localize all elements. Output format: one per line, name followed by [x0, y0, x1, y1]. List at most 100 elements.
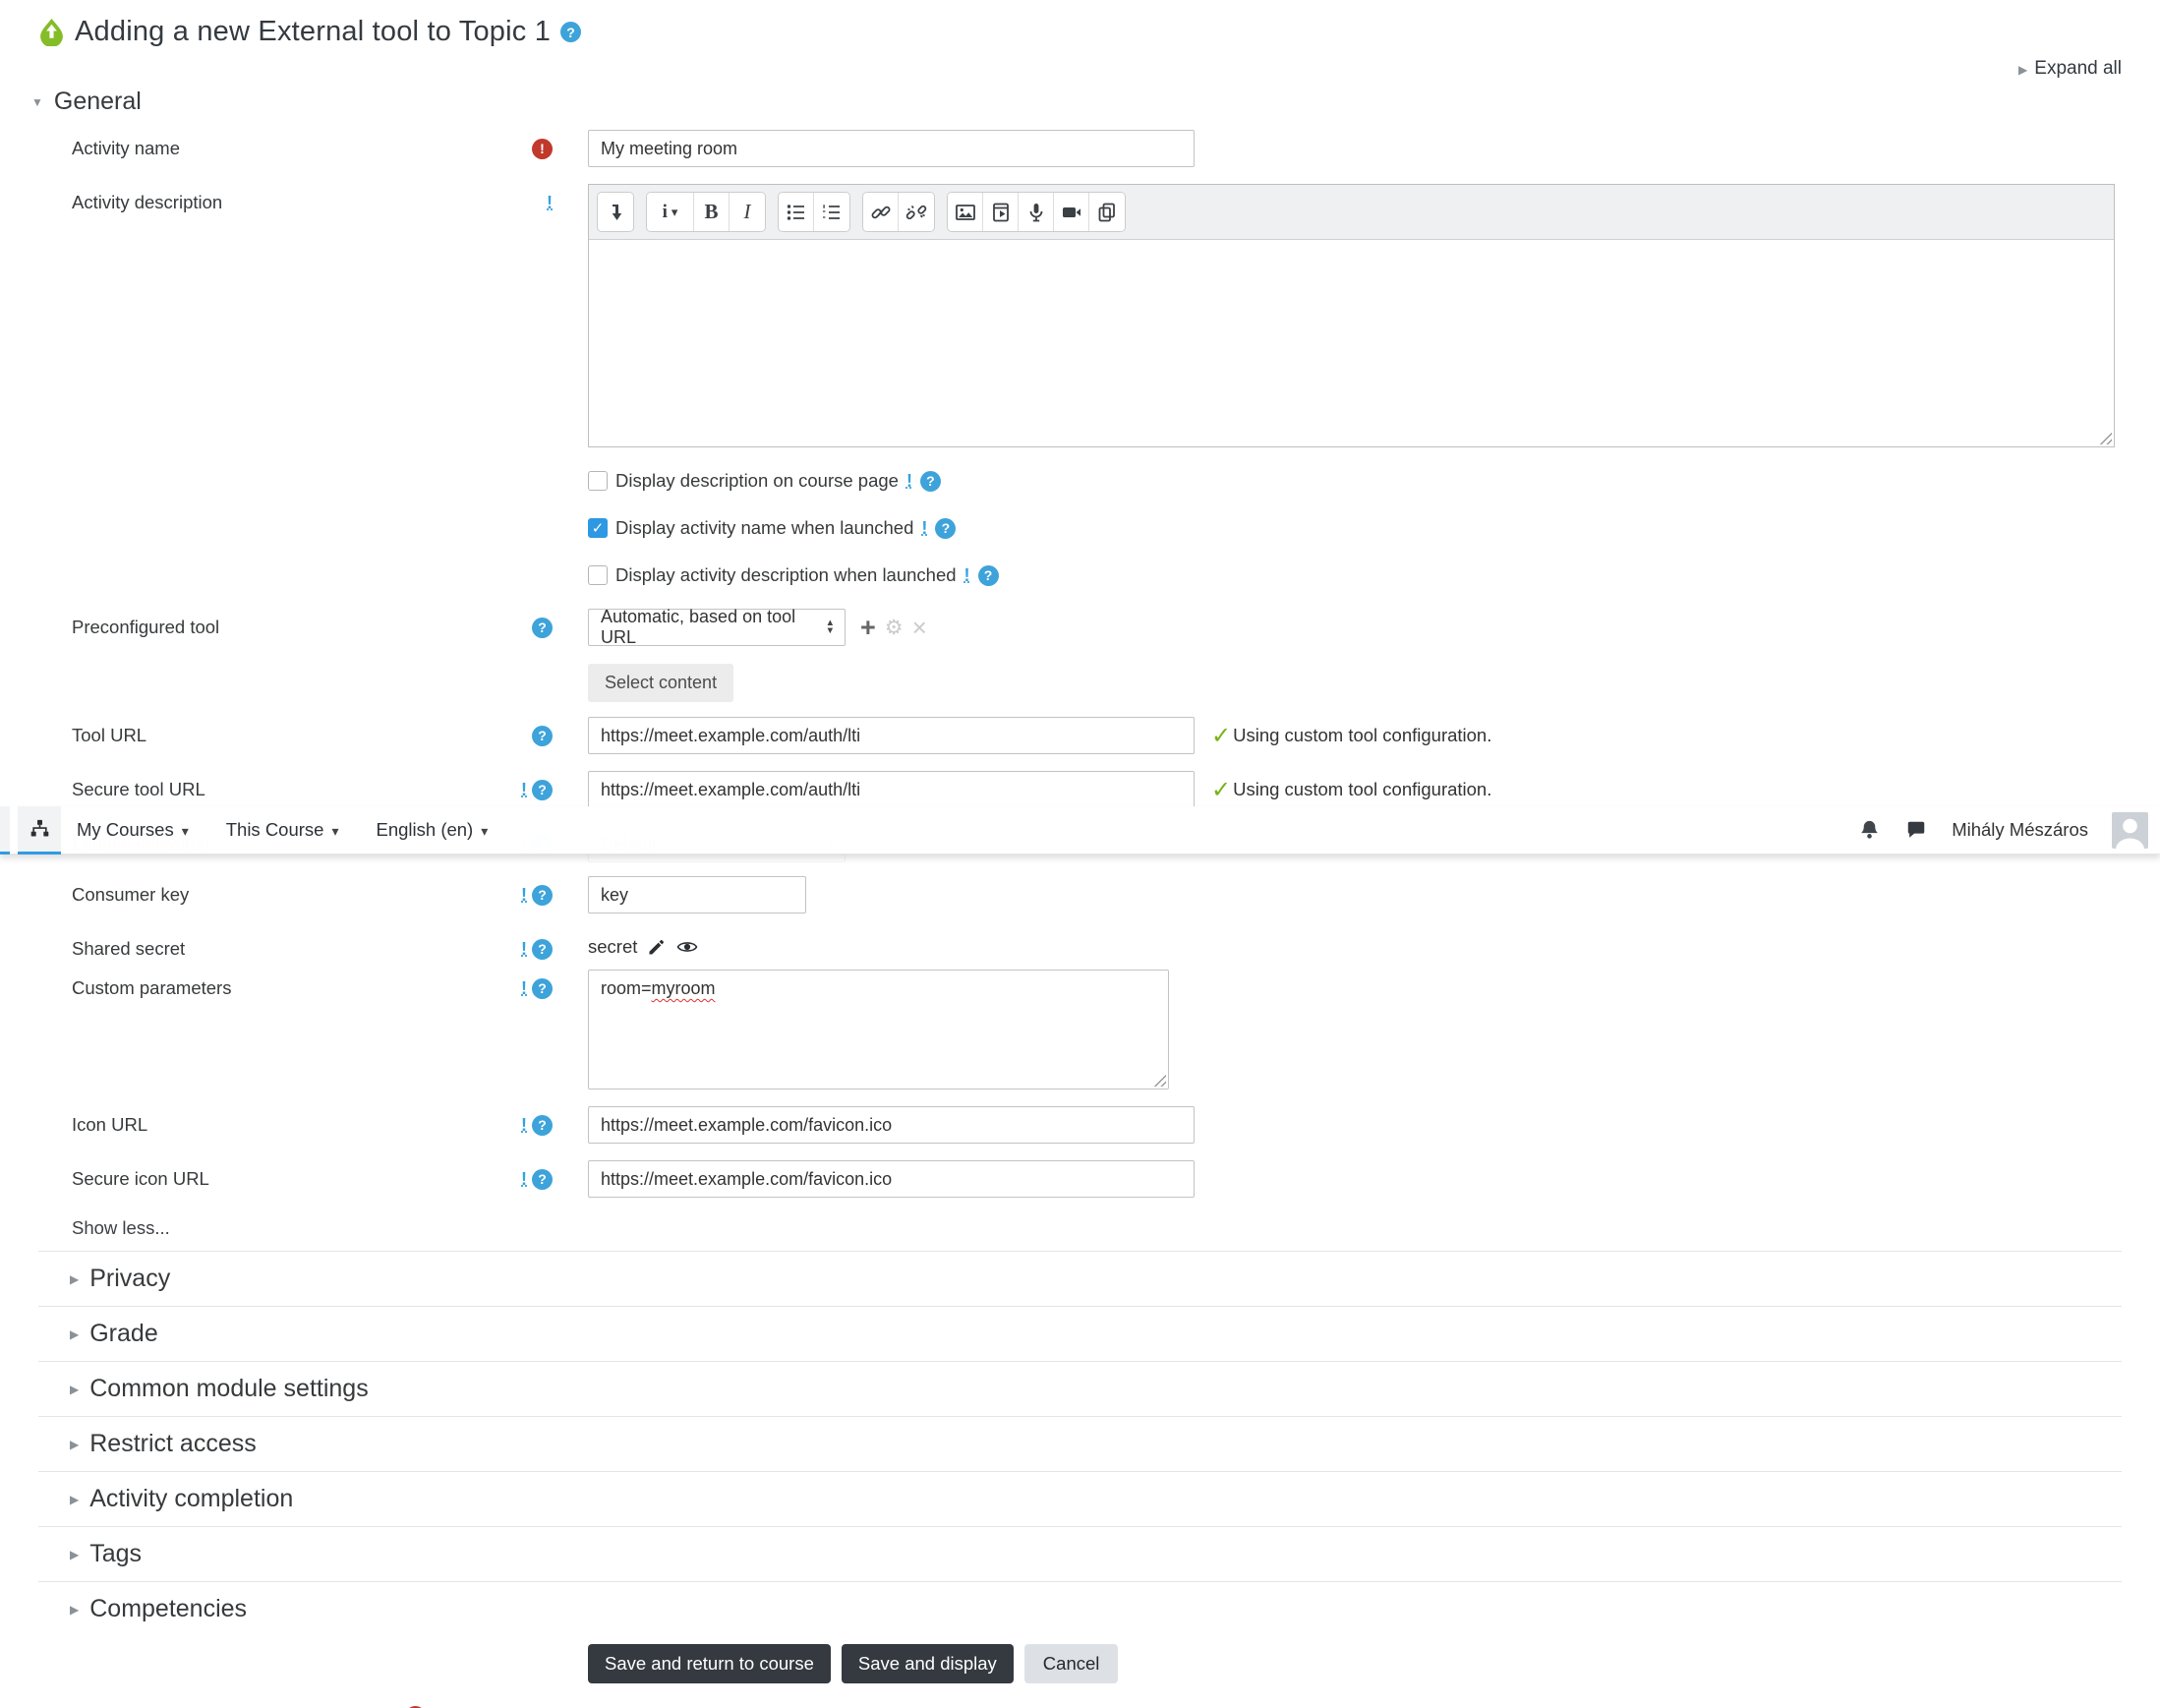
- page-title: Adding a new External tool to Topic 1: [75, 16, 552, 47]
- section-restrict-access[interactable]: Restrict access: [38, 1416, 2122, 1471]
- section-title: Competencies: [89, 1595, 248, 1622]
- nav-language[interactable]: English (en): [377, 819, 489, 841]
- manage-files-icon[interactable]: [1089, 193, 1125, 231]
- help-icon[interactable]: [532, 725, 553, 746]
- tool-url-label: Tool URL: [72, 725, 147, 745]
- advanced-field-icon: [521, 1170, 527, 1188]
- help-icon[interactable]: [532, 884, 553, 906]
- resize-handle[interactable]: [1153, 1074, 1166, 1087]
- row-tool-url: Tool URL Using custom tool configuration…: [38, 717, 2122, 754]
- unlink-icon[interactable]: [899, 193, 934, 231]
- display-activity-description-checkbox[interactable]: [588, 565, 608, 585]
- custom-parameters-textarea[interactable]: room=myroom: [588, 970, 1169, 1090]
- secure-icon-url-input[interactable]: [588, 1160, 1195, 1198]
- advanced-field-icon: [921, 519, 927, 537]
- expand-all-label: Expand all: [2034, 58, 2122, 79]
- user-name[interactable]: Mihály Mészáros: [1952, 819, 2088, 841]
- messages-chat-icon[interactable]: [1904, 819, 1928, 841]
- user-avatar[interactable]: [2112, 811, 2148, 849]
- help-icon[interactable]: [532, 938, 553, 960]
- notifications-bell-icon[interactable]: [1858, 818, 1881, 842]
- nav-this-course[interactable]: This Course: [226, 819, 339, 841]
- secure-tool-url-label: Secure tool URL: [72, 779, 205, 799]
- preconfigured-tool-select[interactable]: Automatic, based on tool URL: [588, 607, 846, 647]
- insert-media-icon[interactable]: [983, 193, 1019, 231]
- show-secret-eye-icon[interactable]: [676, 939, 698, 955]
- expand-all-link[interactable]: Expand all: [2018, 58, 2122, 80]
- page-header: Adding a new External tool to Topic 1: [38, 16, 2122, 48]
- expand-caret-icon: [70, 1381, 79, 1398]
- link-icon[interactable]: [863, 193, 899, 231]
- resize-handle[interactable]: [2099, 432, 2112, 444]
- section-title: Activity completion: [89, 1485, 294, 1512]
- help-icon[interactable]: [919, 470, 941, 492]
- secure-icon-url-label: Secure icon URL: [72, 1168, 209, 1189]
- help-icon[interactable]: [532, 617, 553, 638]
- display-description-checkbox[interactable]: [588, 471, 608, 491]
- insert-image-icon[interactable]: [948, 193, 983, 231]
- section-grade[interactable]: Grade: [38, 1306, 2122, 1361]
- consumer-key-input[interactable]: [588, 876, 806, 913]
- title-help-icon[interactable]: [560, 22, 582, 42]
- record-audio-icon[interactable]: [1019, 193, 1054, 231]
- help-icon[interactable]: [532, 1114, 553, 1136]
- misspelled-word: myroom: [651, 978, 716, 998]
- select-content-button[interactable]: Select content: [588, 664, 734, 702]
- row-secure-tool-url: Secure tool URL Using custom tool config…: [38, 771, 2122, 808]
- sitemap-icon[interactable]: [18, 805, 61, 854]
- row-icon-url: Icon URL: [38, 1106, 2122, 1144]
- expand-caret-icon: [70, 1546, 79, 1563]
- secure-tool-url-input[interactable]: [588, 771, 1195, 808]
- bold-icon[interactable]: B: [694, 193, 730, 231]
- section-common-module-settings[interactable]: Common module settings: [38, 1361, 2122, 1416]
- external-tool-form-page: Adding a new External tool to Topic 1 Ex…: [0, 0, 2160, 1708]
- help-icon[interactable]: [532, 1168, 553, 1190]
- paragraph-styles-icon[interactable]: i: [647, 193, 694, 231]
- row-activity-name: Activity name: [38, 130, 2122, 167]
- help-icon[interactable]: [935, 517, 957, 539]
- row-shared-secret: Shared secret secret: [38, 930, 2122, 960]
- rich-text-editor: i B I: [588, 184, 2115, 447]
- section-tags[interactable]: Tags: [38, 1526, 2122, 1581]
- checkbox-label: Display activity description when launch…: [615, 564, 957, 585]
- nav-my-courses[interactable]: My Courses: [77, 819, 189, 841]
- save-and-display-button[interactable]: Save and display: [841, 1644, 1014, 1683]
- edit-pencil-icon[interactable]: [647, 937, 667, 957]
- record-video-icon[interactable]: [1054, 193, 1089, 231]
- section-general-header[interactable]: General: [31, 88, 2122, 116]
- nav-tab-partial[interactable]: [0, 805, 10, 854]
- activity-name-input[interactable]: [588, 130, 1195, 167]
- select-arrows-icon: [826, 619, 835, 635]
- advanced-field-icon: [521, 940, 527, 958]
- chevron-down-icon: [481, 819, 488, 841]
- top-navbar: My Courses This Course English (en) Mihá…: [0, 805, 2160, 854]
- row-activity-description: Activity description i: [38, 184, 2122, 447]
- display-activity-name-checkbox[interactable]: [588, 518, 608, 538]
- help-icon[interactable]: [532, 977, 553, 999]
- help-icon[interactable]: [977, 564, 999, 586]
- unordered-list-icon[interactable]: [779, 193, 814, 231]
- tool-url-input[interactable]: [588, 717, 1195, 754]
- section-privacy[interactable]: Privacy: [38, 1251, 2122, 1306]
- ordered-list-icon[interactable]: [814, 193, 849, 231]
- expand-caret-icon: [70, 1436, 79, 1453]
- save-and-return-button[interactable]: Save and return to course: [588, 1644, 831, 1683]
- expand-caret-icon: [70, 1270, 79, 1288]
- editor-content-area[interactable]: [589, 240, 2114, 446]
- section-activity-completion[interactable]: Activity completion: [38, 1471, 2122, 1526]
- collapse-toolbar-icon[interactable]: [598, 193, 633, 231]
- section-competencies[interactable]: Competencies: [38, 1581, 2122, 1636]
- show-less-link[interactable]: Show less...: [72, 1217, 2122, 1251]
- advanced-field-icon: [547, 194, 553, 211]
- row-consumer-key: Consumer key: [38, 876, 2122, 913]
- add-tool-icon[interactable]: [860, 615, 876, 641]
- delete-tool-icon: [912, 615, 927, 640]
- checkbox-label: Display description on course page: [615, 470, 899, 491]
- italic-icon[interactable]: I: [730, 193, 765, 231]
- help-icon[interactable]: [532, 779, 553, 800]
- icon-url-input[interactable]: [588, 1106, 1195, 1144]
- shared-secret-label: Shared secret: [72, 938, 186, 959]
- expand-caret-icon: [70, 1491, 79, 1508]
- cancel-button[interactable]: Cancel: [1023, 1644, 1119, 1683]
- icon-url-label: Icon URL: [72, 1114, 148, 1135]
